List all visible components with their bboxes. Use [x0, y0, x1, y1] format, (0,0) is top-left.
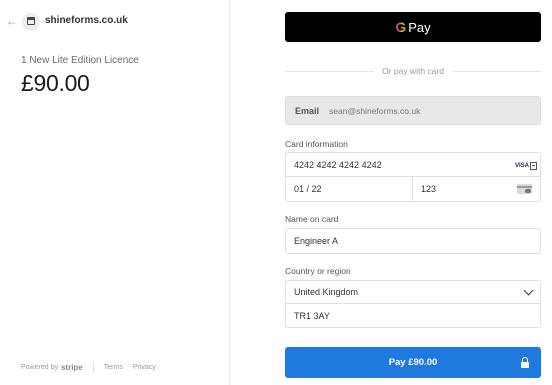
payment-panel: G Pay Or pay with card Email sean@shinef…: [231, 0, 552, 385]
name-on-card-value: Engineer A: [294, 236, 339, 246]
card-expiry-input[interactable]: 01 / 22: [285, 176, 413, 202]
country-region-label: Country or region: [285, 266, 351, 276]
pay-with-card-divider: Or pay with card: [285, 65, 542, 77]
back-arrow-icon[interactable]: ←: [6, 15, 18, 27]
postal-code-value: TR1 3AY: [294, 310, 330, 321]
card-cvc-value: 123: [421, 184, 437, 194]
order-total: £90.00: [21, 70, 90, 96]
email-label: Email: [295, 105, 320, 116]
name-on-card-label: Name on card: [285, 214, 339, 224]
country-select[interactable]: United Kingdom: [285, 280, 541, 304]
pay-button[interactable]: Pay £90.00: [285, 347, 541, 378]
product-name: 1 New Lite Edition Licence: [21, 55, 139, 66]
divider-text: Or pay with card: [382, 66, 444, 76]
chevron-down-icon: [523, 285, 534, 295]
country-value: United Kingdom: [294, 287, 359, 297]
postal-code-input[interactable]: TR1 3AY: [285, 303, 541, 328]
stripe-logo[interactable]: stripe: [61, 363, 83, 372]
card-information-label: Card information: [285, 139, 348, 149]
visa-card-icon: VISA: [515, 160, 537, 171]
name-on-card-input[interactable]: Engineer A: [285, 228, 541, 254]
email-field[interactable]: Email sean@shineforms.co.uk: [285, 96, 541, 125]
powered-by-text: Powered by: [21, 363, 58, 371]
terms-link[interactable]: Terms: [104, 364, 123, 371]
merchant-logo: [23, 13, 39, 29]
merchant-name[interactable]: shineforms.co.uk: [45, 15, 128, 26]
footer: Powered by stripe Terms Privacy: [21, 362, 166, 372]
card-cvc-input[interactable]: 123: [412, 176, 541, 202]
card-expiry-value: 01 / 22: [294, 184, 322, 194]
footer-divider: [92, 362, 94, 372]
privacy-link[interactable]: Privacy: [133, 364, 156, 371]
cvc-card-icon: [517, 184, 532, 194]
order-summary-panel: ← shineforms.co.uk 1 New Lite Edition Li…: [0, 0, 230, 385]
lock-icon: [521, 357, 529, 368]
google-pay-label: Pay: [408, 19, 431, 35]
email-value: sean@shineforms.co.uk: [329, 105, 421, 116]
pay-button-label: Pay £90.00: [388, 357, 438, 368]
card-number-input[interactable]: 4242 4242 4242 4242 VISA: [285, 152, 541, 177]
google-pay-button[interactable]: G Pay: [285, 12, 541, 42]
card-number-value: 4242 4242 4242 4242: [294, 159, 382, 170]
google-g-icon: G: [395, 19, 407, 35]
